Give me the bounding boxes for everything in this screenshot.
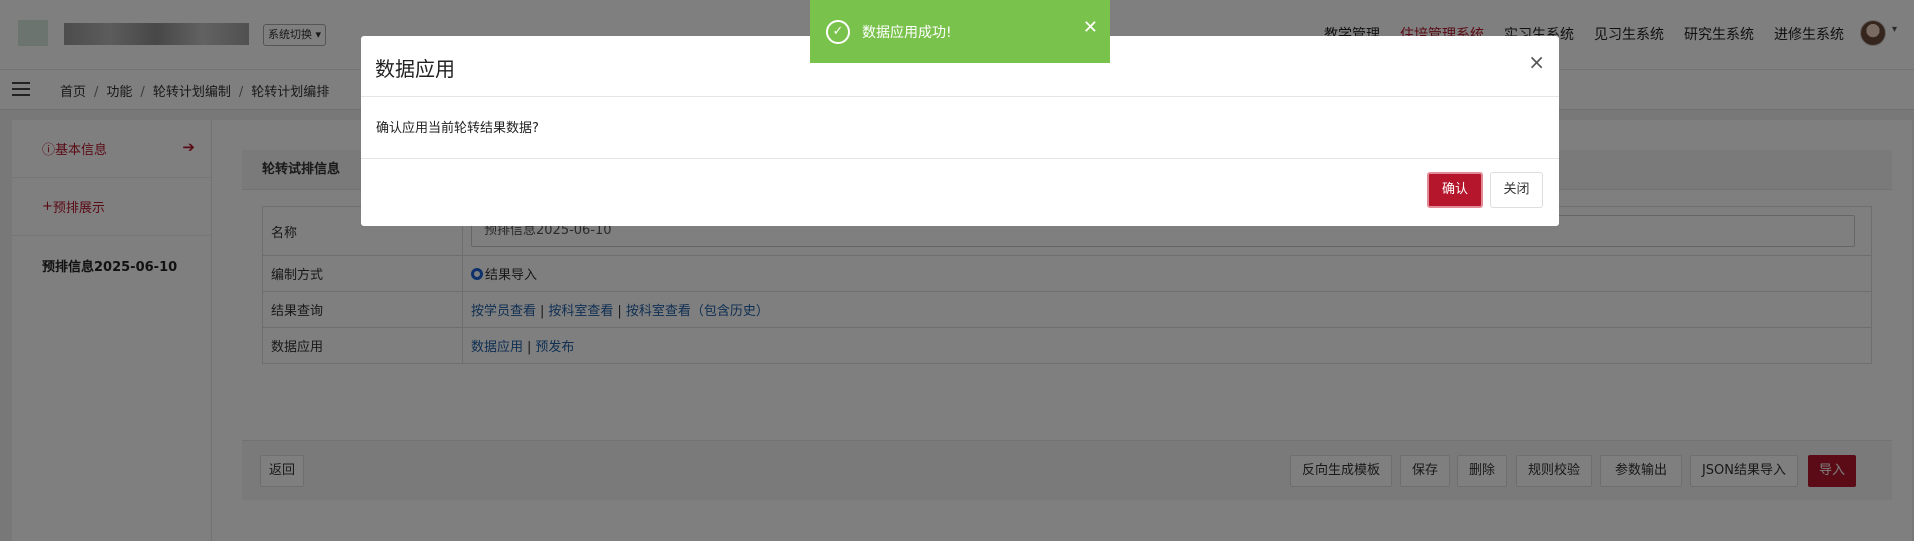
confirm-button[interactable]: 确认 — [1427, 172, 1483, 208]
check-circle-icon: ✓ — [826, 19, 850, 44]
close-icon[interactable]: × — [1528, 50, 1545, 74]
confirm-dialog: 数据应用 × 确认应用当前轮转结果数据? 确认 关闭 — [361, 36, 1559, 226]
dialog-message: 确认应用当前轮转结果数据? — [361, 97, 1559, 159]
toast-message: 数据应用成功! — [862, 24, 952, 41]
toast-close-icon[interactable]: ✕ — [1083, 17, 1098, 38]
dialog-footer: 确认 关闭 — [361, 159, 1559, 225]
dialog-title: 数据应用 — [375, 57, 455, 81]
success-toast: ✓ 数据应用成功! ✕ — [810, 0, 1110, 63]
close-button[interactable]: 关闭 — [1490, 172, 1543, 208]
